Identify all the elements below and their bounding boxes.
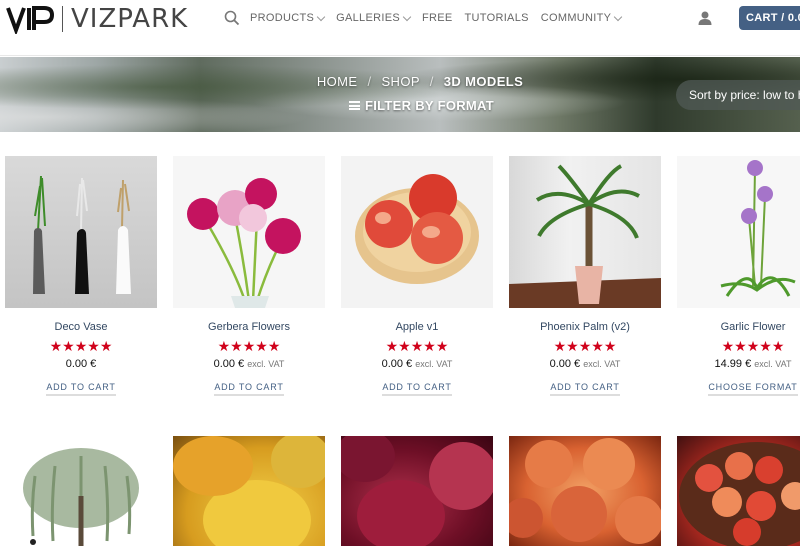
logo-mark-icon — [6, 6, 55, 34]
product-price: 0.00 € excl. VAT — [509, 358, 661, 370]
product-price: 0.00 € excl. VAT — [341, 358, 493, 370]
add-to-cart-button[interactable]: ADD TO CART — [382, 382, 452, 396]
product-card: Gerbera Flowers ★★★★★ 0.00 € excl. VAT A… — [173, 156, 325, 396]
star-rating: ★★★★★ — [553, 338, 617, 354]
product-image[interactable] — [677, 156, 800, 308]
price-vat: excl. VAT — [754, 359, 792, 369]
main-nav: PRODUCTS GALLERIES FREE TUTORIALS COMMUN… — [224, 0, 633, 36]
nectarine-image-icon — [679, 442, 800, 546]
product-card: Phoenix Palm (v2) ★★★★★ 0.00 € excl. VAT… — [509, 156, 661, 396]
breadcrumb-separator: / — [429, 74, 434, 89]
price-vat: excl. VAT — [247, 359, 285, 369]
filter-label: FILTER BY FORMAT — [365, 98, 495, 113]
product-name[interactable]: Apple v1 — [341, 321, 493, 333]
apple-image-icon — [355, 174, 479, 284]
product-image[interactable] — [173, 156, 325, 308]
nav-products-label: PRODUCTS — [250, 12, 315, 24]
price-value: 0.00 € — [65, 358, 97, 370]
search-icon[interactable] — [224, 10, 240, 26]
product-card: Deco Vase ★★★★★ 0.00 € ADD TO CART — [5, 156, 157, 396]
product-price: 0.00 € excl. VAT — [173, 358, 325, 370]
product-image[interactable] — [173, 436, 325, 546]
price-value: 0.00 € — [549, 358, 581, 370]
product-name[interactable]: Gerbera Flowers — [173, 321, 325, 333]
filter-by-format-button[interactable]: FILTER BY FORMAT — [349, 98, 494, 113]
nav-community[interactable]: COMMUNITY — [540, 12, 623, 24]
nav-galleries[interactable]: GALLERIES — [336, 12, 412, 24]
star-rating: ★★★★★ — [721, 338, 785, 354]
product-price: 0.00 € — [5, 358, 157, 370]
product-card — [341, 436, 493, 546]
breadcrumb-shop[interactable]: SHOP — [381, 74, 419, 89]
choose-format-button[interactable]: CHOOSE FORMAT — [708, 382, 798, 396]
price-vat: excl. VAT — [583, 359, 621, 369]
price-vat: excl. VAT — [415, 359, 453, 369]
breadcrumb-separator: / — [367, 74, 372, 89]
price-value: 14.99 € — [714, 358, 752, 370]
product-price: 14.99 € excl. VAT — [677, 358, 800, 370]
add-to-cart-button[interactable]: ADD TO CART — [550, 382, 620, 396]
nav-community-label: COMMUNITY — [540, 12, 612, 24]
product-card — [173, 436, 325, 546]
price-value: 0.00 € — [381, 358, 413, 370]
add-to-cart-button[interactable]: ADD TO CART — [214, 382, 284, 396]
star-rating: ★★★★★ — [217, 338, 281, 354]
product-card: Garlic Flower ★★★★★ 14.99 € excl. VAT CH… — [677, 156, 800, 396]
product-card — [5, 436, 157, 546]
product-card: Apple v1 ★★★★★ 0.00 € excl. VAT ADD TO C… — [341, 156, 493, 396]
hero-banner: HOME / SHOP / 3D MODELS FILTER BY FORMAT… — [0, 57, 800, 132]
flower-image-icon — [187, 178, 301, 308]
nav-tutorials-label: TUTORIALS — [464, 12, 529, 24]
nav-galleries-label: GALLERIES — [336, 12, 400, 24]
logo[interactable]: VIZPARK — [6, 3, 188, 35]
logo-divider — [62, 6, 63, 32]
product-card — [677, 436, 800, 546]
user-icon[interactable] — [697, 10, 713, 26]
add-to-cart-button[interactable]: ADD TO CART — [46, 382, 116, 396]
pear-image-icon — [173, 436, 325, 546]
product-image[interactable] — [341, 156, 493, 308]
palm-image-icon — [509, 164, 661, 308]
product-image[interactable] — [5, 436, 157, 546]
product-image[interactable] — [5, 156, 157, 308]
chevron-down-icon — [402, 12, 412, 21]
product-name[interactable]: Phoenix Palm (v2) — [509, 321, 661, 333]
nav-tutorials[interactable]: TUTORIALS — [465, 12, 529, 24]
product-name[interactable]: Garlic Flower — [677, 321, 800, 333]
chevron-down-icon — [316, 12, 326, 21]
star-rating: ★★★★★ — [49, 338, 113, 354]
sort-select[interactable]: Sort by price: low to h — [676, 80, 800, 110]
breadcrumb-home[interactable]: HOME — [317, 74, 358, 89]
breadcrumb-current: 3D MODELS — [443, 74, 524, 89]
peach-image-icon — [509, 438, 661, 544]
nav-free-label: FREE — [421, 12, 453, 24]
product-image[interactable] — [509, 436, 661, 546]
product-image[interactable] — [341, 436, 493, 546]
nav-products[interactable]: PRODUCTS — [250, 12, 326, 24]
vase-image-icon — [33, 175, 131, 294]
menu-icon — [349, 101, 360, 110]
product-image[interactable] — [509, 156, 661, 308]
willow-tree-image-icon — [23, 448, 139, 546]
chevron-down-icon — [614, 12, 623, 21]
site-header: VIZPARK PRODUCTS GALLERIES FREE TUTORIAL… — [0, 0, 800, 56]
price-value: 0.00 € — [213, 358, 245, 370]
star-rating: ★★★★★ — [385, 338, 449, 354]
nav-free[interactable]: FREE — [422, 12, 453, 24]
product-name[interactable]: Deco Vase — [5, 321, 157, 333]
brand-name: VIZPARK — [71, 4, 189, 34]
garlic-flower-image-icon — [720, 160, 796, 297]
cart-button[interactable]: CART / 0.00 — [739, 6, 800, 30]
product-image[interactable] — [677, 436, 800, 546]
product-card — [509, 436, 661, 546]
plum-image-icon — [341, 436, 493, 546]
